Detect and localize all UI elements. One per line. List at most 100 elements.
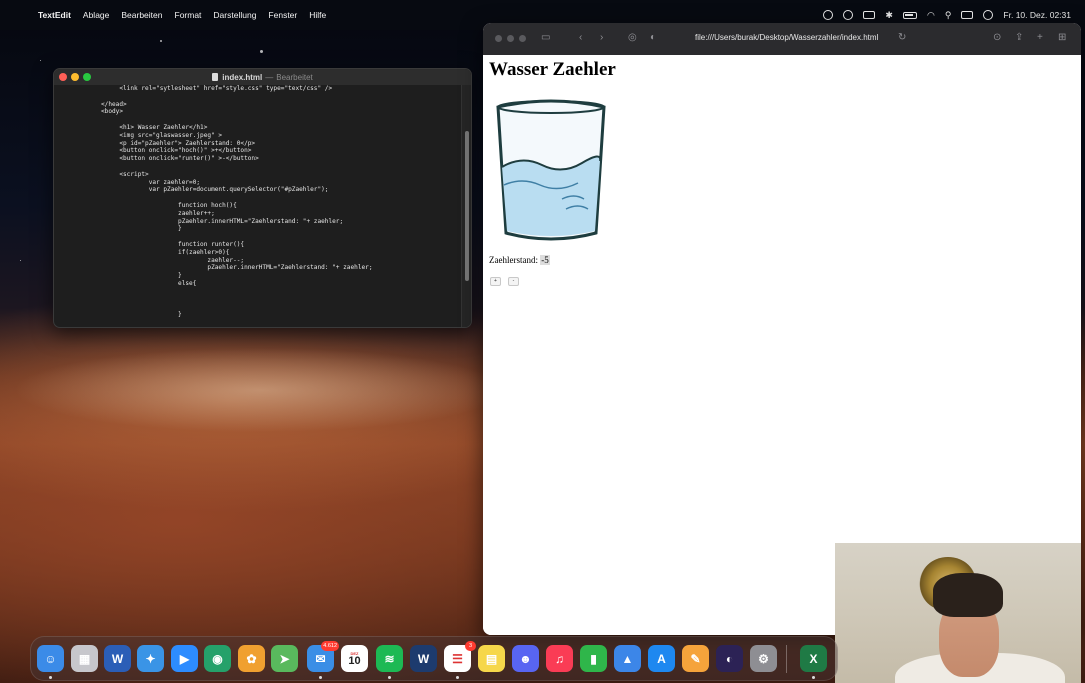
dock-browser-icon[interactable]: ◉	[204, 645, 231, 672]
code-line[interactable]: pZaehler.innerHTML="Zaehlerstand: "+ zae…	[90, 218, 373, 226]
close-icon[interactable]	[495, 35, 502, 42]
fullscreen-icon[interactable]	[83, 73, 91, 81]
minimize-icon[interactable]	[71, 73, 79, 81]
running-indicator	[388, 676, 391, 679]
dock-keynote-icon[interactable]: ▲	[614, 645, 641, 672]
dock-finder-icon[interactable]: ☺	[37, 645, 64, 672]
code-text[interactable]: <link rel="sytlesheet" href="style.css" …	[90, 85, 373, 319]
code-line[interactable]: <script>	[90, 171, 373, 179]
dock-webex-icon[interactable]: W	[410, 645, 437, 672]
dock-notes-icon[interactable]: ▤	[478, 645, 505, 672]
dock-launchpad-icon[interactable]: ▦	[71, 645, 98, 672]
code-line[interactable]: }	[90, 272, 373, 280]
code-line[interactable]	[90, 233, 373, 241]
status-circle-icon[interactable]	[823, 10, 834, 20]
shield-icon[interactable]: ◐	[650, 32, 656, 43]
code-line[interactable]	[90, 303, 373, 311]
code-line[interactable]: zaehler++;	[90, 210, 373, 218]
plus-button[interactable]: +	[490, 277, 501, 286]
menu-clock[interactable]: Fr. 10. Dez. 02:31	[1003, 10, 1071, 20]
star	[160, 40, 162, 42]
forward-icon[interactable]: ›	[600, 32, 603, 43]
address-bar[interactable]: file:///Users/burak/Desktop/Wasserzahler…	[695, 33, 878, 42]
code-line[interactable]	[90, 93, 373, 101]
minimize-icon[interactable]	[507, 35, 514, 42]
code-line[interactable]: <button onclick="hoch()" >+</button>	[90, 147, 373, 155]
dock-zoom-icon[interactable]: ▶	[171, 645, 198, 672]
code-line[interactable]: if(zaehler>0){	[90, 249, 373, 257]
reload-icon[interactable]: ↻	[898, 32, 906, 43]
dock-eclipse-icon[interactable]: ◐	[716, 645, 743, 672]
menu-hilfe[interactable]: Hilfe	[309, 10, 326, 20]
code-line[interactable]: <button onclick="runter()" >-</button>	[90, 155, 373, 163]
menu-bearbeiten[interactable]: Bearbeiten	[121, 10, 162, 20]
code-line[interactable]: </head>	[90, 101, 373, 109]
bluetooth-icon[interactable]: ✱	[885, 10, 893, 21]
menu-fenster[interactable]: Fenster	[268, 10, 297, 20]
dock-calendar-icon[interactable]: DEZ 10	[341, 645, 368, 672]
battery-icon[interactable]	[902, 11, 917, 19]
code-line[interactable]: var zaehler=0;	[90, 179, 373, 187]
code-line[interactable]: }	[90, 225, 373, 233]
spotlight-search-icon[interactable]: ⚲	[945, 10, 952, 21]
code-line[interactable]: <body>	[90, 108, 373, 116]
close-icon[interactable]	[59, 73, 67, 81]
scroll-thumb[interactable]	[465, 131, 469, 281]
menu-ablage[interactable]: Ablage	[83, 10, 109, 20]
code-line[interactable]: else{	[90, 280, 373, 288]
dock-photos-icon[interactable]: ✿	[238, 645, 265, 672]
dock-maps-icon[interactable]: ➤	[271, 645, 298, 672]
textedit-titlebar[interactable]: index.html — Bearbeitet	[54, 69, 471, 85]
code-line[interactable]: zaehler--;	[90, 257, 373, 265]
dock-pages-icon[interactable]: ✎	[682, 645, 709, 672]
dock-spotify-icon[interactable]: ≋	[376, 645, 403, 672]
code-line[interactable]	[90, 288, 373, 296]
code-line[interactable]: function hoch(){	[90, 202, 373, 210]
code-line[interactable]	[90, 116, 373, 124]
star	[260, 50, 263, 53]
downloads-icon[interactable]: ⊙	[993, 32, 1001, 43]
sidebar-icon[interactable]: ▭	[541, 32, 550, 43]
code-line[interactable]	[90, 296, 373, 304]
dock-safari-icon[interactable]: ✦	[137, 645, 164, 672]
dock-excel-icon[interactable]: X	[800, 645, 827, 672]
code-line[interactable]	[90, 194, 373, 202]
textedit-scrollbar[interactable]	[461, 85, 471, 327]
code-line[interactable]: <link rel="sytlesheet" href="style.css" …	[90, 85, 373, 93]
document-icon	[212, 73, 219, 81]
code-line[interactable]: <img src="glaswasser.jpeg" >	[90, 132, 373, 140]
dock-music-icon[interactable]: ♫	[546, 645, 573, 672]
control-center-icon[interactable]	[961, 11, 974, 19]
code-line[interactable]: }	[90, 311, 373, 319]
tab-overview-icon[interactable]: ⊞	[1058, 32, 1066, 43]
dock-app-store-icon[interactable]: A	[648, 645, 675, 672]
screen-record-icon[interactable]	[843, 10, 854, 20]
new-tab-icon[interactable]: +	[1037, 32, 1043, 43]
dock-badge: 3	[465, 641, 476, 651]
running-indicator	[812, 676, 815, 679]
dock-word-icon[interactable]: W	[104, 645, 131, 672]
minus-button[interactable]: -	[508, 277, 519, 286]
dock-discord-icon[interactable]: ☻	[512, 645, 539, 672]
code-line[interactable]: <h1> Wasser Zaehler</h1>	[90, 124, 373, 132]
dock-mail-icon[interactable]: ✉ 4.612	[307, 641, 339, 672]
menu-app-name[interactable]: TextEdit	[38, 10, 71, 20]
back-icon[interactable]: ‹	[579, 32, 582, 43]
textedit-document[interactable]: <link rel="sytlesheet" href="style.css" …	[54, 85, 471, 327]
fullscreen-icon[interactable]	[519, 35, 526, 42]
keyboard-icon[interactable]	[863, 11, 876, 19]
dock-numbers-icon[interactable]: ▮	[580, 645, 607, 672]
menu-format[interactable]: Format	[175, 10, 202, 20]
code-line[interactable]: var pZaehler=document.querySelector("#pZ…	[90, 186, 373, 194]
code-line[interactable]: <p id="pZaehler"> Zaehlerstand: 0</p>	[90, 140, 373, 148]
wifi-icon[interactable]: ◠	[927, 10, 935, 21]
share-icon[interactable]: ⇪	[1015, 32, 1023, 43]
dock-reminders-icon[interactable]: ☰ 3	[444, 641, 476, 672]
code-line[interactable]: pZaehler.innerHTML="Zaehlerstand: "+ zae…	[90, 264, 372, 272]
menu-darstellung[interactable]: Darstellung	[213, 10, 256, 20]
dock-system-preferences-icon[interactable]: ⚙	[750, 645, 777, 672]
code-line[interactable]	[90, 163, 373, 171]
code-line[interactable]: function runter(){	[90, 241, 373, 249]
privacy-report-icon[interactable]: ◎	[628, 32, 637, 43]
siri-icon[interactable]	[983, 10, 994, 20]
